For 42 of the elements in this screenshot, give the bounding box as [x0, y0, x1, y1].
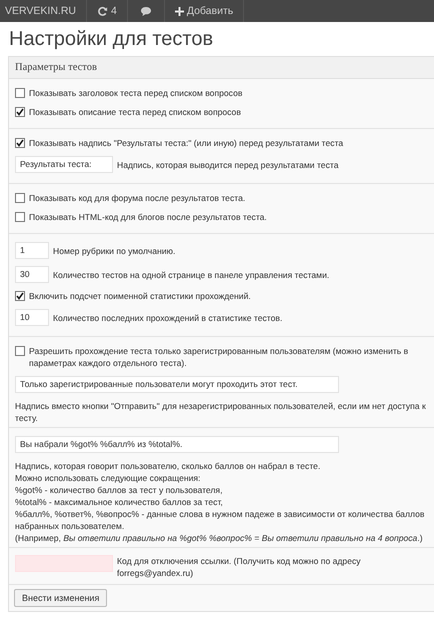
checkbox-label: Показывать заголовок теста перед списком вопросов [29, 87, 242, 99]
field-description: Можно использовать следующие сокращения: [15, 472, 202, 484]
comment-icon[interactable] [140, 6, 152, 16]
add-new-link[interactable]: Добавить [186, 0, 234, 22]
text-field[interactable]: 10 [15, 309, 49, 326]
updates-count[interactable]: 4 [111, 0, 117, 22]
text-field[interactable]: Результаты теста: [15, 156, 113, 173]
checkbox-label: Включить подсчет поименной статистики прохождений. [29, 290, 251, 302]
plus-icon[interactable] [174, 6, 184, 16]
save-changes-button[interactable]: Внести изменения [14, 589, 108, 607]
text-field[interactable]: Вы набрали %got% %балл% из %total%. [15, 436, 339, 453]
field-description: (Например, Вы ответили правильно на %got% %вопрос% = Вы ответили правильно на 4 вопроса.) [15, 532, 424, 544]
field-description: %балл%, %ответ%, %вопрос% - данные слова в нужном падеже в зависимости от количества баллов набранных пользователем. [15, 508, 426, 532]
field-description: %got% - количество баллов за тест у пользователя, [15, 484, 224, 496]
field-description: %total% - максимальное количество баллов за тест, [15, 496, 224, 508]
field-description: Надпись, которая говорит пользователю, сколько баллов он набрал в тесте. [15, 460, 322, 472]
field-description: Надпись, которая выводится перед результатами теста [117, 158, 338, 170]
checkbox[interactable] [15, 346, 25, 356]
field-description: Надпись вместо кнопки "Отправить" для незарегистрированных пользователей, если им нет доступа к тесту. [15, 400, 427, 424]
checkbox-label: Показывать описание теста перед списком вопросов [29, 106, 241, 118]
field-description: Код для отключения ссылки. (Получить код можно по адресу forregs@yandex.ru) [117, 555, 362, 579]
checkbox[interactable] [15, 138, 25, 148]
page-title: Настройки для тестов [9, 28, 214, 51]
checkbox-label: Показывать надпись "Результаты теста:" (или иную) перед результатами теста [29, 137, 344, 149]
checkbox-label: Разрешить прохождение теста только зарегистрированным пользователям (можно изменить в параметрах каждого отдельного теста). [29, 345, 410, 369]
checkbox[interactable] [15, 193, 25, 203]
checkbox[interactable] [15, 212, 25, 222]
site-name[interactable]: VERVEKIN.RU [0, 0, 87, 22]
text-field[interactable]: 30 [15, 266, 49, 283]
text-field[interactable]: Только зарегистрированные пользователи могут проходить этот тест. [15, 376, 339, 393]
checkbox[interactable] [15, 107, 25, 117]
code-field[interactable] [15, 555, 113, 572]
checkbox-label: Показывать код для форума после результатов теста. [29, 192, 246, 204]
field-description: Количество последних прохождений в статистике тестов. [53, 312, 282, 324]
field-description: Количество тестов на одной странице в панеле управления тестами. [53, 268, 330, 280]
checkbox-label: Показывать HTML-код для блогов после результатов теста. [29, 211, 267, 223]
field-description: Номер рубрики по умолчанию. [53, 244, 176, 256]
refresh-icon[interactable] [97, 6, 108, 16]
text-field[interactable]: 1 [15, 242, 49, 259]
checkbox[interactable] [15, 291, 25, 301]
checkbox[interactable] [15, 88, 25, 98]
panel-title: Параметры тестов [15, 62, 97, 73]
